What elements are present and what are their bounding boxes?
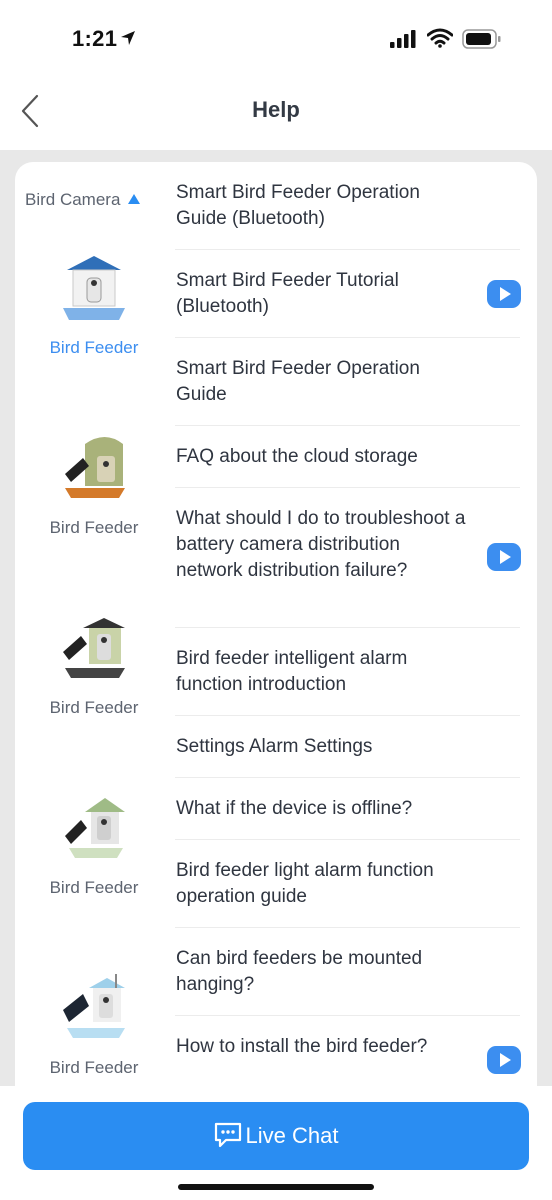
live-chat-label: Live Chat	[245, 1123, 339, 1148]
faq-item[interactable]: Smart Bird Feeder Tutorial (Bluetooth)	[175, 250, 521, 338]
faq-title: FAQ about the cloud storage	[176, 446, 418, 467]
device-label: Bird Feeder	[49, 1058, 139, 1077]
location-arrow-icon	[121, 31, 135, 45]
status-bar: 1:21	[0, 0, 552, 80]
device-label: Bird Feeder	[49, 338, 139, 357]
device-tab-5[interactable]: Bird Feeder	[15, 970, 173, 1078]
video-play-icon[interactable]	[487, 1046, 521, 1074]
wifi-icon	[427, 28, 453, 48]
faq-title: Settings Alarm Settings	[176, 736, 373, 757]
home-indicator	[178, 1184, 374, 1190]
faq-title: What if the device is offline?	[176, 798, 413, 819]
faq-item[interactable]: Bird feeder intelligent alarm function i…	[175, 628, 520, 716]
faq-title: Smart Bird Feeder Operation Guide (Bluet…	[176, 182, 420, 229]
help-card: Bird Camera Bird Feeder Bird Feeder Bird…	[15, 162, 537, 1092]
bird-feeder-image	[65, 437, 125, 498]
cellular-signal-icon	[390, 30, 416, 48]
video-play-icon[interactable]	[487, 543, 521, 571]
faq-item[interactable]: Smart Bird Feeder Operation Guide	[175, 338, 520, 426]
bird-feeder-image	[63, 618, 125, 678]
faq-item[interactable]: What should I do to troubleshoot a batte…	[175, 488, 521, 628]
bird-feeder-image	[65, 798, 125, 858]
faq-item[interactable]: Smart Bird Feeder Operation Guide (Bluet…	[175, 162, 520, 250]
faq-item[interactable]: Bird feeder light alarm function operati…	[175, 840, 520, 928]
faq-item[interactable]: What if the device is offline?	[175, 778, 520, 840]
device-tab-1[interactable]: Bird Feeder	[15, 250, 173, 358]
page-title: Help	[252, 97, 300, 122]
collapse-triangle-icon	[128, 194, 141, 204]
faq-item[interactable]: Settings Alarm Settings	[175, 716, 520, 778]
device-sidebar: Bird Camera Bird Feeder Bird Feeder Bird…	[15, 162, 173, 1092]
category-label: Bird Camera	[25, 190, 121, 209]
bird-feeder-image	[63, 256, 125, 320]
faq-title: How to install the bird feeder?	[176, 1036, 428, 1057]
status-time: 1:21	[72, 26, 118, 51]
live-chat-button[interactable]: Live Chat	[23, 1102, 529, 1170]
faq-title: Smart Bird Feeder Operation Guide	[176, 358, 420, 405]
faq-item[interactable]: FAQ about the cloud storage	[175, 426, 520, 488]
faq-item[interactable]: Can bird feeders be mounted hanging?	[175, 928, 520, 1016]
nav-bar: Help	[0, 80, 552, 150]
video-play-icon[interactable]	[487, 280, 521, 308]
faq-title: Bird feeder intelligent alarm function i…	[176, 648, 408, 695]
device-label: Bird Feeder	[49, 518, 139, 537]
category-bird-camera[interactable]: Bird Camera	[25, 190, 141, 210]
chat-bubble-icon	[214, 1122, 241, 1148]
faq-item[interactable]: How to install the bird feeder?	[175, 1016, 521, 1092]
faq-title: Smart Bird Feeder Tutorial (Bluetooth)	[176, 270, 399, 317]
bird-feeder-image	[63, 974, 125, 1038]
device-tab-4[interactable]: Bird Feeder	[15, 790, 173, 898]
faq-title: Can bird feeders be mounted hanging?	[176, 948, 423, 995]
device-label: Bird Feeder	[49, 878, 139, 897]
device-label: Bird Feeder	[49, 698, 139, 717]
device-tab-3[interactable]: Bird Feeder	[15, 610, 173, 718]
device-tab-2[interactable]: Bird Feeder	[15, 430, 173, 538]
faq-title: Bird feeder light alarm function operati…	[176, 860, 434, 907]
faq-title: What should I do to troubleshoot a batte…	[176, 508, 466, 581]
battery-icon	[462, 29, 501, 49]
